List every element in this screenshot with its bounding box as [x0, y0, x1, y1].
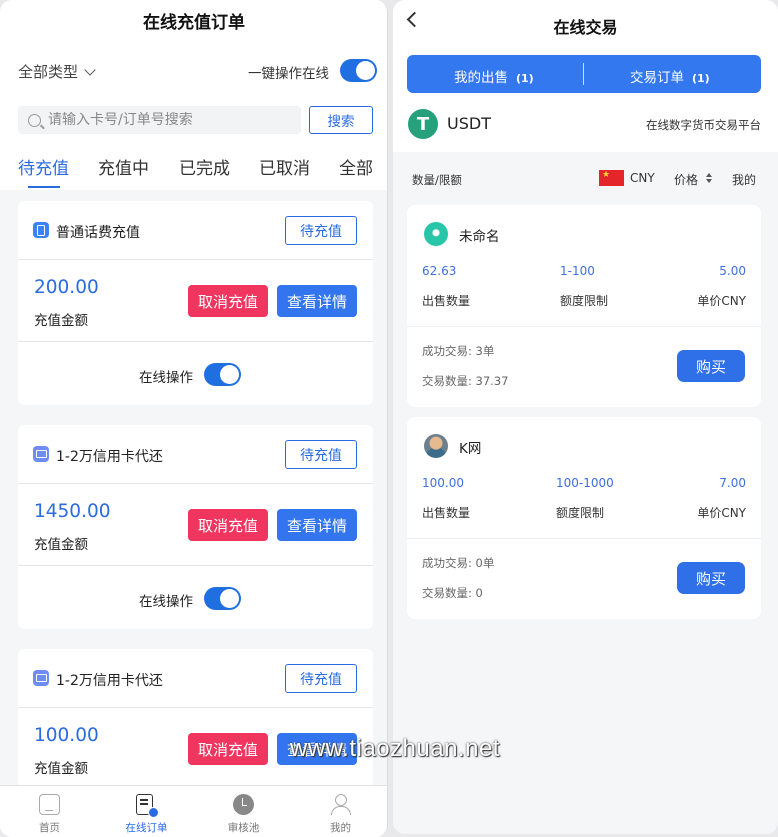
order-title: 1-2万信用卡代还 — [56, 449, 163, 465]
list-header: 数量/限额 CNY 价格 我的 — [393, 152, 778, 202]
seller-name: K网 — [459, 441, 482, 457]
unit-price-label: 单价CNY — [697, 506, 746, 520]
type-filter-dropdown[interactable]: 全部类型 — [18, 61, 96, 82]
recharge-orders-panel: 在线充值订单 全部类型 一键操作在线 搜索 待充值 充值中 已完成 已取消 全部… — [0, 0, 388, 837]
audit-icon — [233, 794, 254, 815]
status-button[interactable]: 待充值 — [285, 440, 357, 469]
phone-icon — [33, 222, 49, 238]
limit-label: 额度限制 — [556, 506, 605, 520]
limit-label: 额度限制 — [560, 294, 609, 308]
mine-filter[interactable]: 我的 — [732, 171, 756, 188]
order-amount: 200.00 — [34, 277, 99, 298]
watermark: www.tiaozhuan.net — [290, 735, 500, 762]
order-card: 普通话费充值 待充值 200.00 充值金额 取消充值 查看详情 在线操作 — [18, 201, 373, 405]
china-flag-icon — [599, 169, 624, 186]
trade-quantity: 交易数量: 37.37 — [422, 374, 509, 388]
order-amount: 100.00 — [34, 725, 99, 746]
credit-card-icon — [33, 670, 49, 686]
home-icon — [39, 794, 60, 815]
cancel-recharge-button[interactable]: 取消充值 — [188, 509, 268, 541]
segment-control: 我的出售 (1) 交易订单 (1) — [407, 55, 761, 93]
price-sort[interactable]: 价格 — [674, 171, 698, 188]
amount-label: 充值金额 — [34, 537, 88, 553]
online-operation-label: 在线操作 — [139, 594, 193, 610]
unit-price-value: 5.00 — [719, 264, 746, 278]
order-title: 1-2万信用卡代还 — [56, 673, 163, 689]
page-title: 在线充值订单 — [143, 13, 245, 33]
segment-divider — [583, 63, 584, 85]
view-detail-button[interactable]: 查看详情 — [277, 285, 357, 317]
online-operation-toggle[interactable] — [204, 363, 241, 386]
tab-my-sales[interactable]: 我的出售 (1) — [454, 66, 534, 86]
status-button[interactable]: 待充值 — [285, 664, 357, 693]
tab-in-progress[interactable]: 充值中 — [98, 154, 149, 179]
cancel-recharge-button[interactable]: 取消充值 — [188, 285, 268, 317]
online-operation-toggle[interactable] — [204, 587, 241, 610]
count-badge: (1) — [692, 72, 710, 85]
seller-name: 未命名 — [459, 229, 500, 245]
nav-audit-pool[interactable]: 审核池 — [195, 786, 292, 837]
amount-label: 充值金额 — [34, 313, 88, 329]
active-tab-indicator — [28, 186, 60, 188]
nav-mine[interactable]: 我的 — [292, 786, 387, 837]
coin-name: USDT — [447, 114, 491, 133]
unit-price-label: 单价CNY — [697, 294, 746, 308]
tab-trade-orders[interactable]: 交易订单 (1) — [630, 66, 710, 86]
tab-all[interactable]: 全部 — [339, 154, 373, 179]
limit-value: 1-100 — [560, 264, 595, 278]
nav-home[interactable]: 首页 — [1, 786, 98, 837]
cancel-recharge-button[interactable]: 取消充值 — [188, 733, 268, 765]
type-filter-label: 全部类型 — [18, 63, 79, 81]
one-key-online-toggle[interactable] — [340, 59, 377, 82]
bottom-nav: 首页 在线订单 审核池 我的 — [0, 785, 387, 837]
order-amount: 1450.00 — [34, 501, 111, 522]
limit-value: 100-1000 — [556, 476, 614, 490]
status-tabs: 待充值 充值中 已完成 已取消 全部 — [0, 154, 387, 190]
sell-qty-value: 62.63 — [422, 264, 457, 278]
usdt-logo-icon: T — [408, 109, 438, 139]
search-button[interactable]: 搜索 — [309, 106, 373, 134]
offer-card: K网 100.00 100-1000 7.00 出售数量 额度限制 单价CNY … — [407, 417, 761, 619]
nav-online-orders[interactable]: 在线订单 — [98, 786, 195, 837]
sort-icon[interactable] — [706, 173, 712, 183]
one-key-online-label: 一键操作在线 — [248, 66, 329, 82]
chevron-down-icon — [84, 63, 96, 76]
page-title: 在线交易 — [553, 18, 618, 37]
amount-label: 充值金额 — [34, 761, 88, 777]
credit-card-icon — [33, 446, 49, 462]
divider — [407, 326, 761, 327]
online-operation-label: 在线操作 — [139, 370, 193, 386]
user-icon — [330, 794, 351, 815]
qty-limit-header: 数量/限额 — [412, 173, 462, 187]
order-icon — [136, 794, 159, 818]
tab-completed[interactable]: 已完成 — [179, 154, 230, 179]
view-detail-button[interactable]: 查看详情 — [277, 509, 357, 541]
search-field — [18, 106, 301, 134]
search-icon — [28, 113, 41, 127]
platform-caption: 在线数字货币交易平台 — [646, 118, 761, 132]
success-trades: 成功交易: 3单 — [422, 344, 495, 358]
online-trade-panel: 在线交易 我的出售 (1) 交易订单 (1) T USDT 在线数字货币交易平台 数… — [393, 0, 778, 834]
count-badge: (1) — [516, 72, 534, 85]
search-input[interactable] — [48, 112, 288, 128]
avatar — [424, 222, 448, 246]
order-title: 普通话费充值 — [56, 225, 140, 241]
sell-qty-label: 出售数量 — [422, 294, 471, 308]
buy-button[interactable]: 购买 — [677, 562, 745, 594]
tab-pending[interactable]: 待充值 — [18, 154, 69, 179]
tab-cancelled[interactable]: 已取消 — [259, 154, 310, 179]
order-card: 1-2万信用卡代还 待充值 1450.00 充值金额 取消充值 查看详情 在线操… — [18, 425, 373, 629]
divider — [407, 538, 761, 539]
sell-qty-value: 100.00 — [422, 476, 464, 490]
unit-price-value: 7.00 — [719, 476, 746, 490]
trade-quantity: 交易数量: 0 — [422, 586, 483, 600]
avatar — [424, 434, 448, 458]
currency-selector[interactable]: CNY — [630, 171, 655, 185]
buy-button[interactable]: 购买 — [677, 350, 745, 382]
status-button[interactable]: 待充值 — [285, 216, 357, 245]
offer-card: 未命名 62.63 1-100 5.00 出售数量 额度限制 单价CNY 成功交… — [407, 205, 761, 407]
success-trades: 成功交易: 0单 — [422, 556, 495, 570]
sell-qty-label: 出售数量 — [422, 506, 471, 520]
